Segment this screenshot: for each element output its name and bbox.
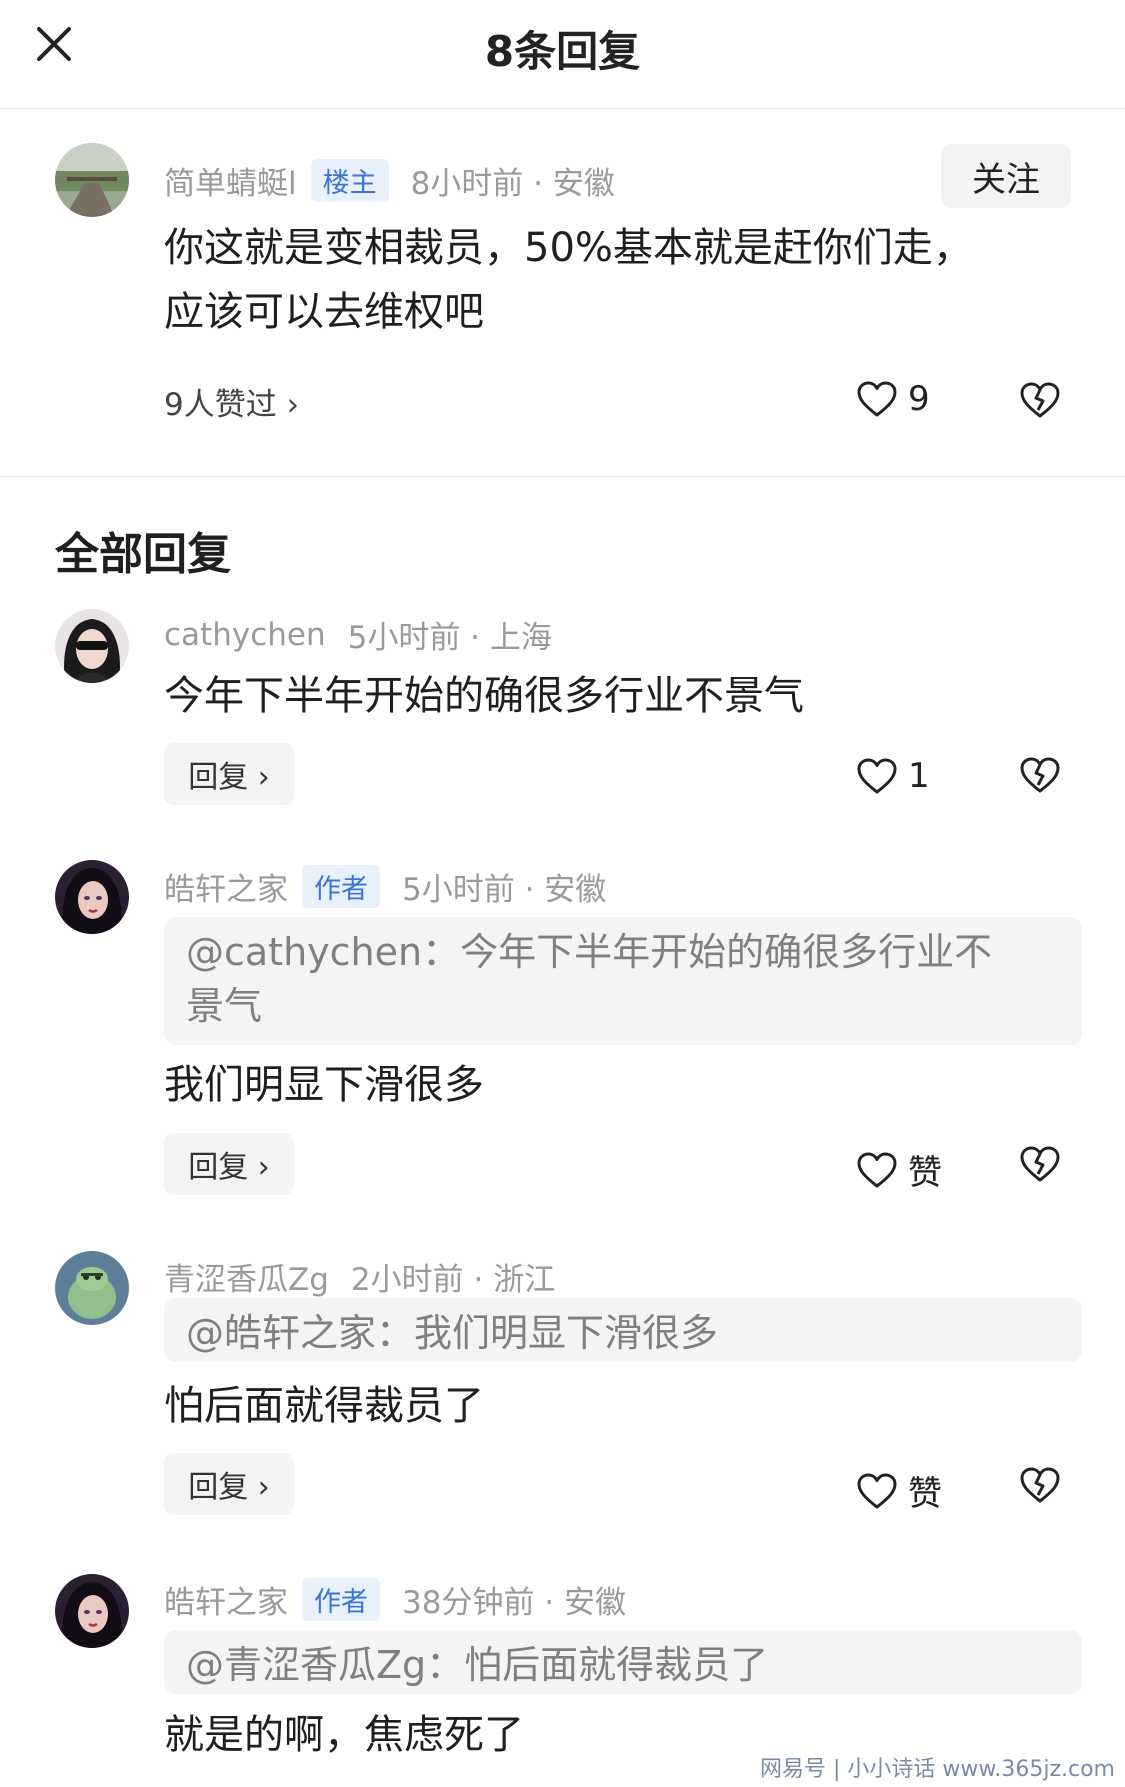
comment-meta: 皓轩之家 作者 5小时前 · 安徽	[164, 864, 606, 909]
heart-icon	[857, 758, 897, 794]
reply-text: 今年下半年开始的确很多行业不景气	[164, 673, 804, 719]
reply-text: 怕后面就得裁员了	[164, 1383, 484, 1429]
quote-line: 景气	[186, 984, 263, 1028]
avatar[interactable]	[55, 609, 129, 683]
op-badge: 楼主	[310, 159, 389, 202]
comment-text: 你这就是变相裁员，50%基本就是赶你们走， 应该可以去维权吧	[164, 216, 973, 344]
top-bar: 8条回复	[0, 0, 1125, 109]
username[interactable]: 皓轩之家	[164, 864, 288, 909]
broken-heart-icon[interactable]	[1018, 1466, 1062, 1504]
author-badge: 作者	[302, 1578, 380, 1621]
timestamp-location: 38分钟前 · 安徽	[402, 1585, 627, 1621]
comment-meta: cathychen 5小时前 · 上海	[164, 612, 552, 657]
comment-meta: 简单蜻蜓l 楼主 8小时前 · 安徽	[164, 158, 615, 203]
heart-icon	[857, 1152, 897, 1187]
comment-text-line: 应该可以去维权吧	[164, 289, 484, 335]
follow-button[interactable]: 关注	[941, 144, 1071, 208]
like-button[interactable]: 赞	[856, 1145, 942, 1194]
broken-heart-icon[interactable]	[1018, 381, 1062, 419]
like-count: 1	[908, 756, 930, 796]
timestamp-location: 5小时前 · 上海	[347, 620, 552, 656]
reply-button[interactable]: 回复 ›	[164, 743, 294, 805]
avatar[interactable]	[55, 1574, 129, 1648]
quoted-comment[interactable]: @青涩香瓜Zg：怕后面就得裁员了	[164, 1630, 1082, 1694]
quote-line: @cathychen：今年下半年开始的确很多行业不	[186, 930, 993, 974]
username[interactable]: 皓轩之家	[164, 1577, 288, 1622]
heart-icon	[857, 1473, 897, 1508]
avatar[interactable]	[55, 1251, 129, 1325]
heart-icon	[857, 381, 897, 417]
username[interactable]: 简单蜻蜓l	[164, 158, 297, 203]
reply-button[interactable]: 回复 ›	[164, 1453, 294, 1515]
reply-text: 就是的啊，焦虑死了	[164, 1712, 524, 1758]
author-badge: 作者	[302, 865, 380, 908]
broken-heart-icon[interactable]	[1018, 1145, 1062, 1183]
section-divider	[0, 476, 1125, 477]
section-title: 全部回复	[55, 529, 231, 580]
reply-button[interactable]: 回复 ›	[164, 1133, 294, 1195]
timestamp-location: 2小时前 · 浙江	[350, 1262, 556, 1298]
reply-text: 我们明显下滑很多	[164, 1062, 484, 1108]
page-title: 8条回复	[484, 27, 641, 76]
timestamp-location: 8小时前 · 安徽	[410, 166, 615, 202]
avatar[interactable]	[55, 860, 129, 934]
quote-line: @青涩香瓜Zg：怕后面就得裁员了	[186, 1643, 769, 1687]
like-button[interactable]: 1	[856, 756, 930, 796]
username[interactable]: 青涩香瓜Zg	[164, 1254, 329, 1299]
comment-text-line: 你这就是变相裁员，50%基本就是赶你们走，	[164, 225, 973, 271]
quoted-comment[interactable]: @皓轩之家：我们明显下滑很多	[164, 1298, 1082, 1362]
like-button[interactable]: 赞	[856, 1466, 942, 1515]
comment-meta: 皓轩之家 作者 38分钟前 · 安徽	[164, 1577, 626, 1622]
avatar[interactable]	[55, 143, 129, 217]
likers-link[interactable]: 9人赞过 ›	[164, 379, 299, 424]
broken-heart-icon[interactable]	[1018, 756, 1062, 794]
username[interactable]: cathychen	[164, 617, 326, 653]
quote-line: @皓轩之家：我们明显下滑很多	[186, 1311, 719, 1355]
comment-meta: 青涩香瓜Zg 2小时前 · 浙江	[164, 1254, 555, 1299]
watermark: 网易号 | 小小诗话 www.365jz.com	[760, 1757, 1115, 1782]
quoted-comment[interactable]: @cathychen：今年下半年开始的确很多行业不 景气	[164, 917, 1082, 1045]
like-label: 赞	[908, 1474, 942, 1514]
like-button[interactable]: 9	[856, 379, 930, 419]
like-count: 9	[908, 379, 930, 419]
like-label: 赞	[908, 1153, 942, 1193]
timestamp-location: 5小时前 · 安徽	[402, 872, 607, 908]
